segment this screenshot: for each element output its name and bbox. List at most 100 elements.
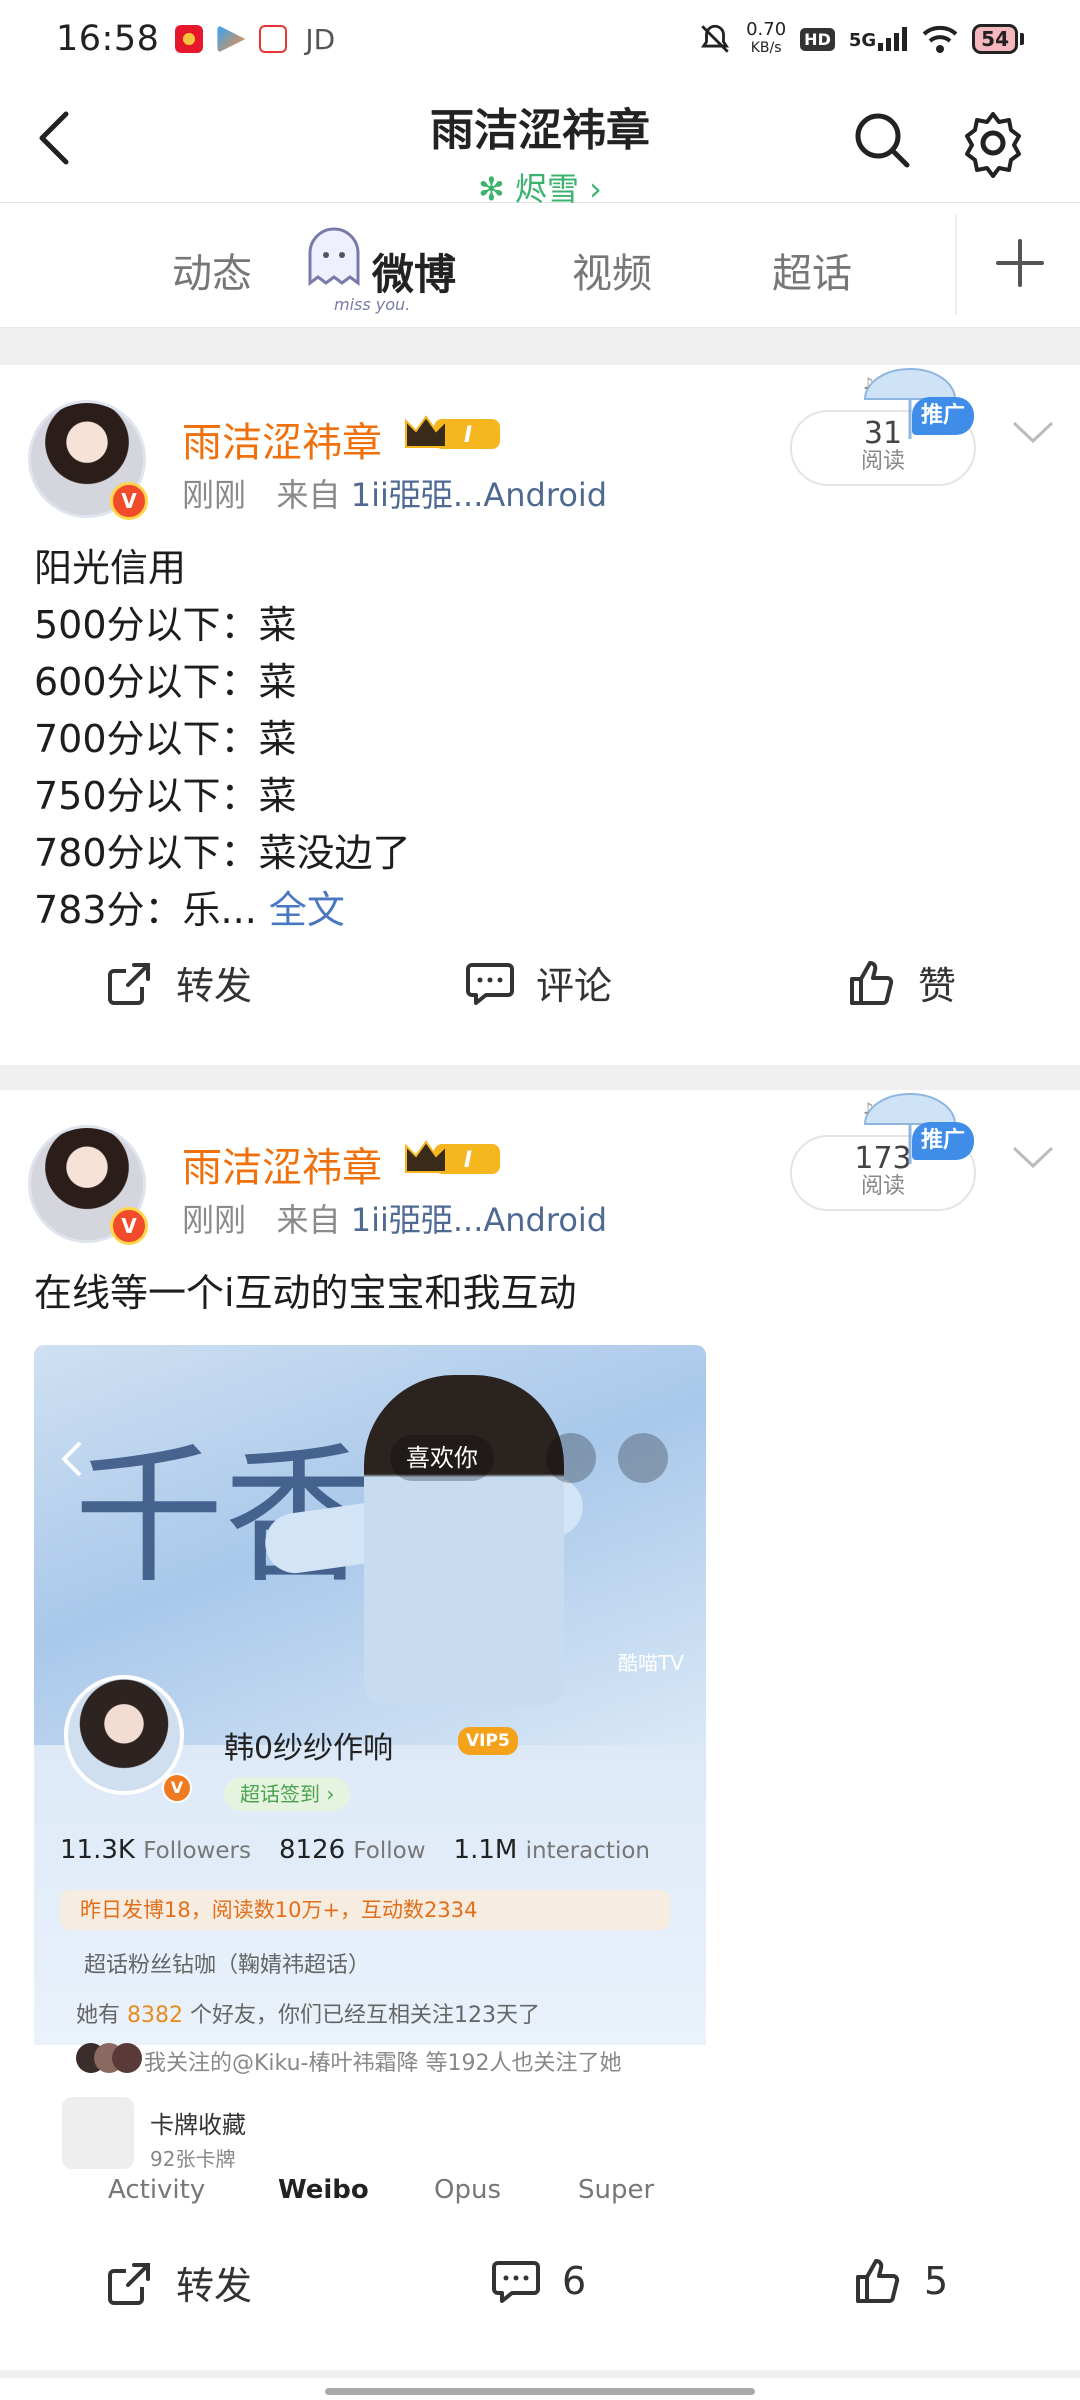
tab-weibo[interactable]: 微博 (372, 241, 456, 302)
post-text: 在线等一个i互动的宝宝和我互动 (34, 1271, 577, 1315)
network-speed: 0.70 KB/s (746, 20, 786, 58)
post-line: 阳光信用 (34, 546, 187, 590)
image-mutual-avatars (76, 2043, 142, 2073)
repost-button[interactable]: 转发 (104, 955, 252, 1010)
post-username[interactable]: 雨洁涩祎章 (182, 1135, 382, 1193)
image-tv-logo: 酷喵TV (618, 1651, 684, 1675)
tab-supertopic[interactable]: 超话 (772, 241, 852, 299)
status-app-icons: JD (175, 23, 335, 56)
signal-5g: 5G (849, 27, 908, 51)
post-image[interactable]: 千香 喜欢你 酷喵TV V 韩0纱纱作响 VIP5 超话签到 › 11.3K F… (34, 1345, 706, 2215)
post-card[interactable]: V 雨洁涩祎章 I 刚刚 来自 1ii弫弫...Android 31 阅读 ♪ … (0, 365, 1080, 1065)
app-100-notification-icon (259, 25, 288, 53)
comment-button[interactable]: 6 (490, 2255, 586, 2307)
image-card-icon (62, 2097, 134, 2169)
wifi-icon (922, 25, 958, 53)
avatar[interactable]: V (28, 400, 152, 524)
chevron-down-icon[interactable] (1010, 1142, 1056, 1172)
image-verified-icon: V (162, 1773, 192, 1803)
like-button[interactable]: 赞 (846, 955, 956, 1010)
image-stats: 11.3K Followers 8126 Follow 1.1M interac… (60, 1835, 650, 1865)
image-more-icon (618, 1433, 668, 1483)
image-search-icon (546, 1433, 596, 1483)
header-title-block: 雨洁涩祎章 ✻ 烬雪 › (0, 94, 1080, 210)
chevron-down-icon[interactable] (1010, 417, 1056, 447)
like-label: 赞 (918, 964, 957, 1008)
status-time: 16:58 (56, 19, 160, 59)
read-label: 阅读 (860, 449, 905, 474)
image-fan-level: 超话粉丝钻咖（鞠婧祎超话） (84, 1953, 371, 1978)
image-like-pill: 喜欢你 (390, 1435, 494, 1481)
read-label: 阅读 (860, 1174, 905, 1199)
thumbs-up-icon (850, 960, 894, 1005)
image-tab-weibo: Weibo (278, 2175, 369, 2205)
post-actions: 转发 评论 赞 (0, 955, 1080, 1045)
full-text-link[interactable]: 全文 (269, 888, 345, 932)
image-followers-label: Followers (143, 1838, 251, 1864)
signal-5g-label: 5G (848, 30, 877, 51)
comment-icon (492, 2261, 540, 2303)
image-card-sub: 92张卡牌 (150, 2147, 236, 2171)
post-source[interactable]: 1ii弫弫...Android (351, 476, 607, 514)
post-text: 阳光信用 500分以下：菜 600分以下：菜 700分以下：菜 750分以下：菜… (34, 540, 411, 939)
thumbs-up-icon (856, 2259, 900, 2303)
post-line-last: 783分：乐... 全文 (34, 882, 411, 939)
post-time: 刚刚 (182, 1201, 247, 1239)
post-from-label: 来自 (276, 476, 341, 514)
avatar[interactable]: V (28, 1125, 152, 1249)
mute-bell-icon (701, 24, 730, 53)
verified-badge-icon: V (110, 482, 148, 520)
svg-text:♪: ♪ (863, 1099, 873, 1118)
image-follow-label: Follow (353, 1838, 426, 1864)
image-friends-line: 她有 8382 个好友，你们已经互相关注123天了 (76, 1997, 540, 2029)
image-followers-number: 11.3K (60, 1835, 135, 1865)
post-line-truncated: 783分：乐... (34, 888, 257, 932)
image-interaction-label: interaction (525, 1838, 650, 1864)
image-tab-activity: Activity (108, 2175, 206, 2205)
post-time: 刚刚 (182, 476, 247, 514)
image-follow: 8126 Follow (279, 1835, 426, 1865)
post-username[interactable]: 雨洁涩祎章 (182, 410, 382, 468)
gesture-home-bar[interactable] (325, 2388, 755, 2395)
post-from-label: 来自 (276, 1201, 341, 1239)
weibo-profile-screen: 16:58 JD 0.70 KB/s HD 5G 54 雨洁涩祎章 ✻ 烬雪 ›… (0, 0, 1080, 2400)
repost-icon (108, 2262, 150, 2305)
plus-icon[interactable] (990, 233, 1050, 293)
image-followers: 11.3K Followers (60, 1835, 251, 1865)
promo-badge: 推广 (912, 1122, 974, 1160)
svg-text:♪: ♪ (863, 374, 873, 393)
network-speed-value: 0.70 (746, 19, 787, 40)
jd-notification-label: JD (305, 22, 336, 56)
battery-indicator: 54 (972, 24, 1018, 54)
post-meta: 刚刚 来自 1ii弫弫...Android (182, 470, 607, 516)
image-tab-super: Super (578, 2175, 655, 2205)
tab-video[interactable]: 视频 (572, 241, 652, 299)
search-icon[interactable] (850, 108, 914, 172)
level-badge-text: I (464, 423, 472, 448)
comment-button[interactable]: 评论 (464, 955, 612, 1010)
tab-divider (955, 215, 957, 315)
post-line: 780分以下：菜没边了 (34, 831, 411, 875)
like-count: 5 (924, 2259, 949, 2303)
image-friends-pre: 她有 (76, 2003, 121, 2028)
image-calligraphy: 千香 (74, 1430, 375, 1604)
image-vip-badge: VIP5 (458, 1727, 518, 1755)
image-back-icon (61, 1441, 82, 1477)
repost-button[interactable]: 转发 (104, 2255, 252, 2310)
ghost-sticker-icon (308, 227, 360, 286)
post-source[interactable]: 1ii弫弫...Android (351, 1201, 607, 1239)
like-button[interactable]: 5 (852, 2255, 948, 2307)
weibo-notification-icon (175, 25, 204, 53)
image-card-title: 卡牌收藏 (150, 2111, 246, 2139)
image-friends-post: 个好友，你们已经互相关注123天了 (190, 2003, 541, 2028)
post-line: 500分以下：菜 (34, 603, 297, 647)
battery-tip (1020, 33, 1024, 45)
post-actions: 转发 6 5 (0, 2255, 1080, 2345)
crown-level-icon: I (405, 415, 500, 449)
gear-icon[interactable] (958, 108, 1028, 178)
post-line: 750分以下：菜 (34, 774, 297, 818)
page-header: 雨洁涩祎章 ✻ 烬雪 › (0, 78, 1080, 208)
repost-icon (108, 962, 150, 1005)
post-card[interactable]: V 雨洁涩祎章 I 刚刚 来自 1ii弫弫...Android 173 阅读 ♪… (0, 1090, 1080, 2370)
tab-dynamics[interactable]: 动态 (172, 241, 252, 299)
